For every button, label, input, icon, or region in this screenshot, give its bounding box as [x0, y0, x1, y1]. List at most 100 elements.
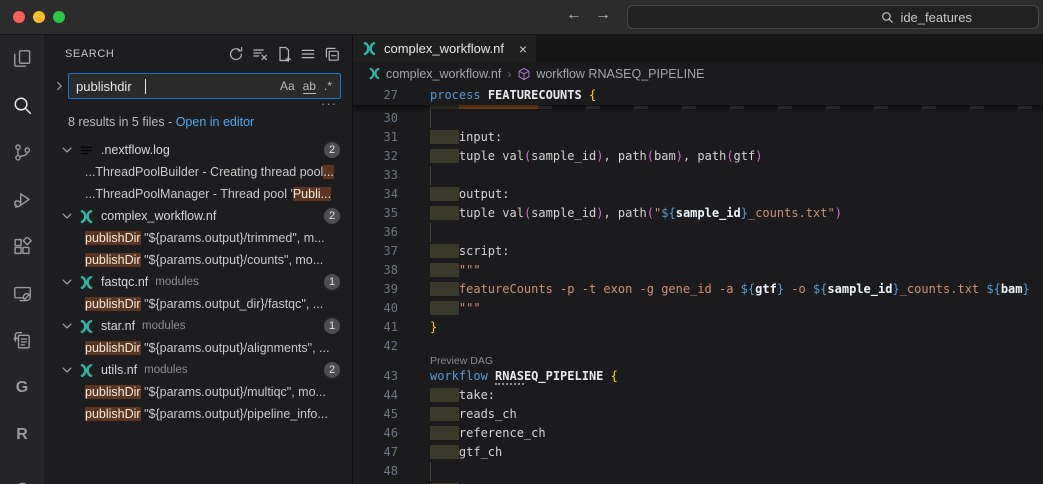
regex-button[interactable]: .*: [324, 79, 332, 93]
command-center-search[interactable]: ide_features: [627, 5, 1039, 29]
sticky-scroll-line[interactable]: 27process FEATURECOUNTS {: [353, 85, 1043, 105]
activity-source-control-icon[interactable]: [0, 129, 44, 176]
search-match-row[interactable]: ...ThreadPoolManager - Thread pool 'Publ…: [44, 183, 352, 205]
refresh-button[interactable]: [225, 44, 246, 65]
match-highlight: publishDir: [85, 341, 141, 355]
search-match-row[interactable]: publishDir "${params.output}/trimmed", m…: [44, 227, 352, 249]
collapse-all-button[interactable]: [321, 44, 342, 65]
breadcrumb-separator: ›: [507, 67, 511, 81]
code-line[interactable]: 42: [353, 337, 1043, 356]
symbol-cube-icon: [517, 67, 531, 81]
nextflow-file-icon: [368, 67, 381, 80]
code-line[interactable]: 44 take:: [353, 386, 1043, 405]
activity-extensions-icon[interactable]: [0, 223, 44, 270]
code-line[interactable]: 36: [353, 223, 1043, 242]
activity-run-debug-icon[interactable]: [0, 176, 44, 223]
code-line[interactable]: 31 input:: [353, 128, 1043, 147]
code-line[interactable]: 30: [353, 109, 1043, 128]
nextflow-file-icon: [79, 363, 96, 378]
match-count-badge: 1: [324, 318, 340, 334]
chevron-down-icon[interactable]: [60, 363, 76, 377]
log-file-icon: [79, 143, 96, 158]
search-result-file-row[interactable]: utils.nfmodules2: [44, 359, 352, 381]
code-line[interactable]: 40 """: [353, 299, 1043, 318]
view-as-list-button[interactable]: [297, 44, 318, 65]
search-match-row[interactable]: publishDir "${params.output}/multiqc", m…: [44, 381, 352, 403]
line-number: 27: [353, 86, 398, 105]
results-summary: 8 results in 5 files - Open in editor: [44, 115, 352, 135]
code-line[interactable]: 35 tuple val(sample_id), path("${sample_…: [353, 204, 1043, 223]
tab-complex-workflow[interactable]: complex_workflow.nf ×: [353, 35, 536, 62]
breadcrumb-symbol-label: workflow RNASEQ_PIPELINE: [536, 67, 704, 81]
code-line[interactable]: 39 featureCounts -p -t exon -g gene_id -…: [353, 280, 1043, 299]
search-match-row[interactable]: publishDir "${params.output_dir}/fastqc"…: [44, 293, 352, 315]
line-number: 36: [353, 223, 398, 242]
chevron-down-icon[interactable]: [60, 319, 76, 333]
code-line[interactable]: 41}: [353, 318, 1043, 337]
code-line[interactable]: 38 """: [353, 261, 1043, 280]
search-result-file-row[interactable]: star.nfmodules1: [44, 315, 352, 337]
code-line[interactable]: 37 script:: [353, 242, 1043, 261]
match-count-badge: 2: [324, 142, 340, 158]
breadcrumb-file-label: complex_workflow.nf: [386, 67, 501, 81]
activity-explorer-icon[interactable]: [0, 35, 44, 82]
code-line[interactable]: 45 reads_ch: [353, 405, 1043, 424]
clear-results-button[interactable]: [249, 44, 270, 65]
code-line[interactable]: 34 output:: [353, 185, 1043, 204]
chevron-down-icon[interactable]: [60, 275, 76, 289]
breadcrumb-symbol[interactable]: workflow RNASEQ_PIPELINE: [517, 67, 704, 81]
history-nav: ← →: [566, 6, 611, 24]
activity-search-icon[interactable]: [0, 82, 44, 129]
search-match-row[interactable]: publishDir "${params.output}/counts", mo…: [44, 249, 352, 271]
search-panel-header: SEARCH: [44, 42, 352, 66]
chevron-down-icon[interactable]: [60, 209, 76, 223]
search-result-file-row[interactable]: fastqc.nfmodules1: [44, 271, 352, 293]
search-match-row[interactable]: ...ThreadPoolBuilder - Creating thread p…: [44, 161, 352, 183]
match-highlight: publishDir: [85, 253, 141, 267]
activity-cloud-icon[interactable]: [0, 458, 44, 484]
code-line[interactable]: 43workflow RNASEQ_PIPELINE {: [353, 367, 1043, 386]
activity-remote-explorer-icon[interactable]: [0, 270, 44, 317]
fullscreen-window-button[interactable]: [53, 11, 65, 23]
code-line[interactable]: 27process FEATURECOUNTS {: [353, 86, 596, 105]
activity-r-language-icon[interactable]: R: [0, 411, 44, 458]
search-result-file-row[interactable]: .nextflow.log2: [44, 139, 352, 161]
code-line[interactable]: 48: [353, 462, 1043, 481]
codelens-preview-dag[interactable]: Preview DAG: [353, 356, 1043, 367]
match-count-badge: 2: [324, 208, 340, 224]
line-number: 35: [353, 204, 398, 223]
search-box: Aa ab .*: [68, 73, 341, 99]
activity-snippets-icon[interactable]: [0, 317, 44, 364]
new-search-editor-button[interactable]: [273, 44, 294, 65]
open-in-editor-link[interactable]: Open in editor: [176, 115, 255, 129]
match-highlight: publishDir: [85, 407, 141, 421]
search-match-row[interactable]: publishDir "${params.output}/alignments"…: [44, 337, 352, 359]
panel-title: SEARCH: [65, 48, 222, 60]
match-case-button[interactable]: Aa: [280, 79, 295, 93]
search-result-file-row[interactable]: complex_workflow.nf2: [44, 205, 352, 227]
code-line[interactable]: 46 reference_ch: [353, 424, 1043, 443]
line-number: 43: [353, 367, 398, 386]
breadcrumb-file[interactable]: complex_workflow.nf: [368, 67, 501, 81]
toggle-replace-chevron-icon[interactable]: [52, 73, 67, 93]
match-highlight: publishDir: [85, 231, 141, 245]
search-match-row[interactable]: publishDir "${params.output}/pipeline_in…: [44, 403, 352, 425]
back-button[interactable]: ←: [566, 6, 582, 24]
line-number: 46: [353, 424, 398, 443]
line-number: 44: [353, 386, 398, 405]
code-line[interactable]: 33: [353, 166, 1043, 185]
code-line[interactable]: 32 tuple val(sample_id), path(bam), path…: [353, 147, 1043, 166]
line-number: 38: [353, 261, 398, 280]
toggle-search-details-button[interactable]: ···: [44, 99, 352, 112]
minimize-window-button[interactable]: [33, 11, 45, 23]
close-window-button[interactable]: [13, 11, 25, 23]
line-number: 48: [353, 462, 398, 481]
whole-word-button[interactable]: ab: [303, 79, 316, 94]
code-line[interactable]: 47 gtf_ch: [353, 443, 1043, 462]
chevron-down-icon[interactable]: [60, 143, 76, 157]
forward-button[interactable]: →: [595, 6, 611, 24]
close-tab-icon[interactable]: ×: [519, 42, 527, 56]
activity-gitlens-icon[interactable]: G: [0, 364, 44, 411]
file-name: star.nf: [101, 319, 135, 333]
search-input[interactable]: [69, 79, 280, 94]
